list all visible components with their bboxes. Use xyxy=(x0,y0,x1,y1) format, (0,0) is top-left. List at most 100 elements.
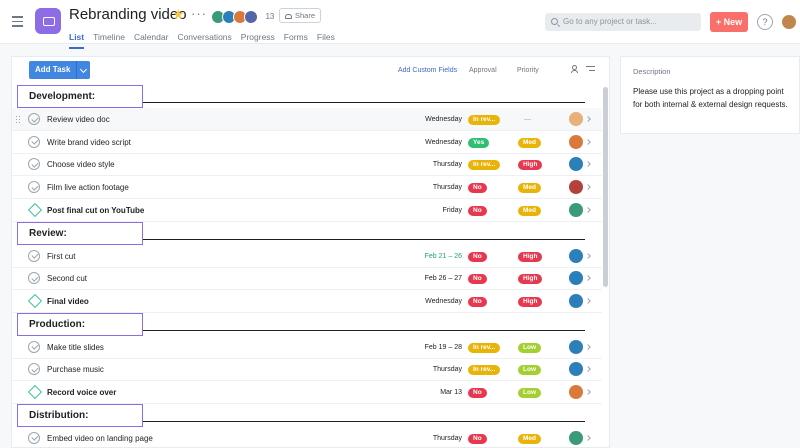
due-date[interactable]: Wednesday xyxy=(392,131,462,154)
task-row[interactable]: Final video Wednesday No High xyxy=(12,290,602,313)
approval-badge[interactable]: No xyxy=(468,433,487,444)
chevron-right-icon[interactable] xyxy=(585,343,591,350)
due-date[interactable]: Thursday xyxy=(392,427,462,447)
priority-badge[interactable]: High xyxy=(518,274,543,285)
assignee-avatar[interactable] xyxy=(569,339,583,354)
tab-calendar[interactable]: Calendar xyxy=(134,32,169,47)
tab-forms[interactable]: Forms xyxy=(284,32,308,47)
priority-badge[interactable]: Med xyxy=(518,183,541,194)
task-title[interactable]: Write brand video script xyxy=(47,131,131,154)
due-date[interactable]: Mar 13 xyxy=(392,381,462,404)
task-row[interactable]: Record voice over Mar 13 No Low xyxy=(12,381,602,404)
complete-check-icon[interactable] xyxy=(28,272,40,285)
task-row[interactable]: Choose video style Thursday In rev... High xyxy=(12,153,602,177)
due-date[interactable]: Thursday xyxy=(392,153,462,176)
complete-check-icon[interactable] xyxy=(28,431,40,444)
assignee-avatar[interactable] xyxy=(569,293,583,308)
due-date[interactable]: Feb 19 – 28 xyxy=(392,336,462,359)
section-name[interactable]: Production: xyxy=(17,312,143,336)
scrollbar[interactable] xyxy=(603,87,608,287)
add-task-button[interactable]: Add Task xyxy=(29,61,77,79)
approval-badge[interactable]: No xyxy=(468,183,487,194)
priority-badge[interactable]: Low xyxy=(518,388,541,398)
assignee-avatar[interactable] xyxy=(569,430,583,445)
approval-badge[interactable]: In rev... xyxy=(468,365,501,376)
approval-badge[interactable]: No xyxy=(468,274,487,285)
chevron-right-icon[interactable] xyxy=(585,138,591,145)
assignee-avatar[interactable] xyxy=(569,202,583,217)
chevron-right-icon[interactable] xyxy=(585,252,591,259)
due-date[interactable]: Feb 21 – 26 xyxy=(392,245,462,268)
complete-check-icon[interactable] xyxy=(28,363,40,376)
due-date[interactable]: Thursday xyxy=(392,358,462,381)
add-task-dropdown-icon[interactable] xyxy=(76,61,91,79)
chevron-right-icon[interactable] xyxy=(585,161,591,168)
tab-list[interactable]: List xyxy=(69,32,85,49)
assignee-avatar[interactable] xyxy=(569,112,583,126)
drag-handle-icon[interactable] xyxy=(16,116,20,124)
milestone-icon[interactable] xyxy=(27,293,43,308)
assignee-avatar[interactable] xyxy=(569,362,583,377)
assignee-avatar[interactable] xyxy=(569,385,583,399)
priority-badge[interactable]: High xyxy=(518,251,543,262)
favorite-star-icon[interactable]: ★ xyxy=(172,6,185,23)
priority-badge[interactable]: Med xyxy=(518,137,541,148)
assignee-avatar[interactable] xyxy=(569,134,583,149)
task-title[interactable]: Record voice over xyxy=(47,381,116,404)
complete-check-icon[interactable] xyxy=(28,113,40,125)
approval-badge[interactable]: No xyxy=(468,388,487,398)
due-date[interactable]: Friday xyxy=(392,199,462,222)
assignee-avatar[interactable] xyxy=(569,271,583,286)
new-button[interactable]: + New xyxy=(710,12,748,32)
milestone-icon[interactable] xyxy=(27,202,43,217)
task-title[interactable]: Choose video style xyxy=(47,153,115,176)
complete-check-icon[interactable] xyxy=(28,158,40,171)
complete-check-icon[interactable] xyxy=(28,181,40,194)
project-title[interactable]: Rebranding video xyxy=(69,6,187,23)
task-row[interactable]: Make title slides Feb 19 – 28 In rev... Low xyxy=(12,336,602,359)
task-title[interactable]: First cut xyxy=(47,245,75,268)
task-title[interactable]: Review video doc xyxy=(47,108,110,131)
due-date[interactable]: Wednesday xyxy=(392,108,462,131)
section-name[interactable]: Distribution: xyxy=(17,403,143,427)
task-title[interactable]: Make title slides xyxy=(47,336,104,359)
assignee-avatar[interactable] xyxy=(569,157,583,172)
assignee-avatar[interactable] xyxy=(569,248,583,263)
task-row[interactable]: Film live action footage Thursday No Med xyxy=(12,176,602,200)
priority-badge[interactable]: High xyxy=(518,296,543,307)
task-row[interactable]: First cut Feb 21 – 26 No High xyxy=(12,245,602,268)
approval-column-header[interactable]: Approval xyxy=(469,67,497,74)
approval-badge[interactable]: No xyxy=(468,251,487,262)
more-options-icon[interactable]: ··· xyxy=(191,6,207,21)
due-date[interactable]: Feb 26 – 27 xyxy=(392,267,462,290)
assignee-column-icon[interactable] xyxy=(571,65,578,74)
chevron-right-icon[interactable] xyxy=(585,184,591,190)
task-row[interactable]: Review video doc Wednesday In rev... — xyxy=(12,108,602,131)
chevron-right-icon[interactable] xyxy=(585,366,591,373)
approval-badge[interactable]: In rev... xyxy=(468,115,501,125)
task-title[interactable]: Final video xyxy=(47,290,89,313)
tab-progress[interactable]: Progress xyxy=(241,32,275,47)
task-row[interactable]: Write brand video script Wednesday Yes Med xyxy=(12,131,602,154)
priority-badge[interactable]: Low xyxy=(518,365,541,376)
milestone-icon[interactable] xyxy=(27,384,43,400)
tab-conversations[interactable]: Conversations xyxy=(177,32,231,47)
task-title[interactable]: Post final cut on YouTube xyxy=(47,199,144,222)
priority-badge[interactable]: Low xyxy=(518,342,541,353)
approval-badge[interactable]: No xyxy=(468,205,487,216)
team-members[interactable]: 13 xyxy=(211,8,274,24)
sort-icon[interactable] xyxy=(586,66,595,74)
section-name[interactable]: Development: xyxy=(17,85,143,108)
complete-check-icon[interactable] xyxy=(28,340,40,353)
assignee-avatar[interactable] xyxy=(569,180,583,195)
task-title[interactable]: Second cut xyxy=(47,267,87,290)
chevron-right-icon[interactable] xyxy=(585,434,591,441)
tab-timeline[interactable]: Timeline xyxy=(93,32,125,47)
approval-badge[interactable]: No xyxy=(468,296,487,307)
priority-empty[interactable]: — xyxy=(524,108,531,131)
section-name[interactable]: Review: xyxy=(17,221,143,245)
due-date[interactable]: Wednesday xyxy=(392,290,462,313)
description-text[interactable]: Please use this project as a dropping po… xyxy=(633,85,793,111)
chevron-right-icon[interactable] xyxy=(585,116,591,122)
approval-badge[interactable]: In rev... xyxy=(468,160,501,171)
